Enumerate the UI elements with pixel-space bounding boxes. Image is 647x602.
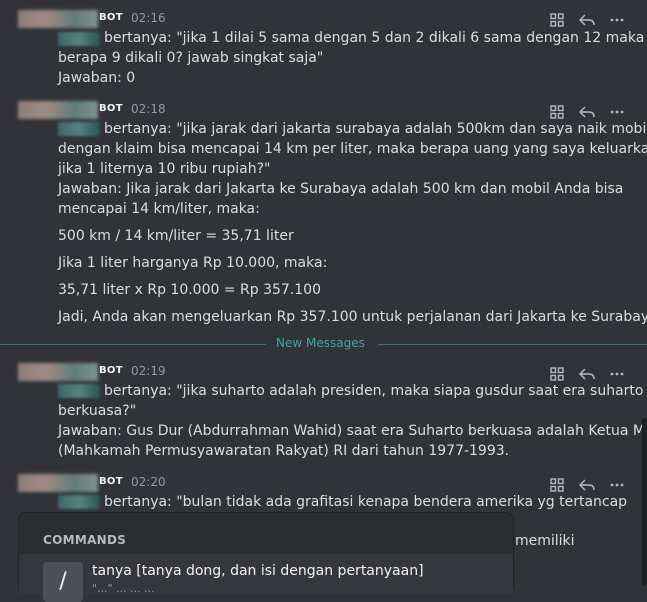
username-blurred[interactable] [58, 122, 100, 136]
message-text: bertanya: "bulan tidak ada grafitasi ken… [104, 494, 628, 510]
avatar[interactable] [18, 474, 98, 492]
reply-icon[interactable] [579, 104, 595, 120]
message-text: Jawaban: 0 [58, 70, 136, 86]
timestamp: 02:18 [131, 102, 166, 116]
message-text: Jika 1 liter harganya Rp 10.000, maka: [58, 255, 328, 271]
grid-icon[interactable] [549, 104, 565, 120]
command-option[interactable]: / tanya [tanya dong, dan isi dengan pert… [19, 554, 513, 602]
avatar[interactable] [18, 363, 98, 381]
message-text: mencapai 14 km/liter, maka: [58, 201, 260, 217]
username-blurred[interactable] [58, 32, 100, 46]
avatar[interactable] [18, 101, 98, 119]
message-toolbar [549, 12, 625, 28]
message-text: bertanya: "jika jarak dari jakarta surab… [104, 121, 647, 137]
more-icon[interactable] [609, 366, 625, 382]
avatar[interactable] [18, 10, 98, 28]
reply-icon[interactable] [579, 12, 595, 28]
message-text: jika 1 liternya 10 ribu rupiah?" [58, 161, 271, 177]
message-text-overflow: memiliki [515, 533, 575, 549]
slash-command-icon: / [43, 562, 83, 602]
commands-header: COMMANDS [43, 533, 127, 547]
more-icon[interactable] [609, 104, 625, 120]
message-text: 500 km / 14 km/liter = 35,71 liter [58, 228, 294, 244]
message-toolbar [549, 104, 625, 120]
command-description: "..." ... ... ... [92, 582, 155, 595]
new-messages-divider: New Messages [0, 336, 647, 350]
grid-icon[interactable] [549, 477, 565, 493]
message-toolbar [549, 366, 625, 382]
bot-badge: BOT [99, 365, 123, 376]
message-text: Jawaban: Gus Dur (Abdurrahman Wahid) saa… [58, 423, 647, 439]
reply-icon[interactable] [579, 366, 595, 382]
new-messages-label: New Messages [276, 336, 365, 350]
divider-rule [0, 344, 266, 345]
grid-icon[interactable] [549, 12, 565, 28]
command-name: tanya [tanya dong, dan isi dengan pertan… [92, 563, 424, 579]
more-icon[interactable] [609, 477, 625, 493]
message-text: 35,71 liter x Rp 10.000 = Rp 357.100 [58, 282, 321, 298]
message-text: berapa 9 dikali 0? jawab singkat saja" [58, 50, 324, 66]
more-icon[interactable] [609, 12, 625, 28]
message-text: (Mahkamah Permusyawaratan Rakyat) RI dar… [58, 443, 510, 459]
message-text: berkuasa?" [58, 403, 137, 419]
username-blurred[interactable] [58, 384, 100, 398]
bot-badge: BOT [99, 103, 123, 114]
timestamp: 02:20 [131, 475, 166, 489]
timestamp: 02:19 [131, 364, 166, 378]
scrollbar[interactable] [642, 418, 647, 585]
bot-badge: BOT [99, 476, 123, 487]
bot-badge: BOT [99, 12, 123, 23]
divider-rule [378, 344, 647, 345]
message-text: Jawaban: Jika jarak dari Jakarta ke Sura… [58, 181, 624, 197]
message-text: bertanya: "jika suharto adalah presiden,… [104, 383, 644, 399]
grid-icon[interactable] [549, 366, 565, 382]
username-blurred[interactable] [58, 495, 100, 509]
message-text: bertanya: "jika 1 dilai 5 sama dengan 5 … [104, 30, 645, 46]
message-toolbar [549, 477, 625, 493]
reply-icon[interactable] [579, 477, 595, 493]
commands-popup: COMMANDS / tanya [tanya dong, dan isi de… [19, 513, 513, 602]
message-text: dengan klaim bisa mencapai 14 km per lit… [58, 141, 647, 157]
message-text: Jadi, Anda akan mengeluarkan Rp 357.100 … [58, 309, 647, 325]
timestamp: 02:16 [131, 11, 166, 25]
